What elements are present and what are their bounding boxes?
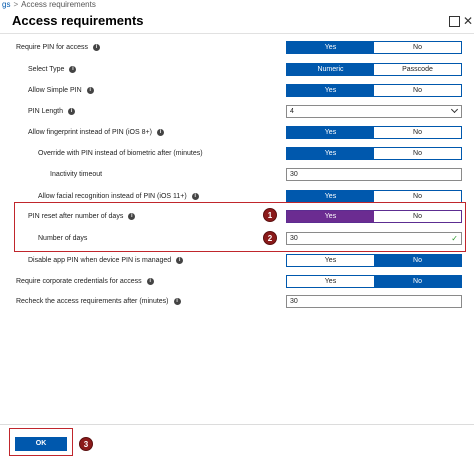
setting-override-biometric: Override with PIN instead of biometric a… [0, 146, 474, 164]
info-icon[interactable]: i [173, 298, 181, 305]
disable-app-pin-toggle[interactable]: Yes No [286, 254, 462, 267]
dropdown-value: 4 [290, 108, 294, 115]
allow-fingerprint-toggle[interactable]: Yes No [286, 126, 462, 139]
setting-label: Recheck the access requirements after (m… [16, 298, 169, 305]
setting-label: Require corporate credentials for access [16, 278, 142, 285]
info-icon[interactable]: i [69, 66, 77, 73]
setting-label: PIN Length [28, 108, 64, 115]
toggle-option-no[interactable]: No [374, 127, 461, 138]
toggle-option-numeric[interactable]: Numeric [287, 64, 374, 75]
toggle-option-no[interactable]: No [374, 148, 461, 159]
setting-allow-fingerprint: Allow fingerprint instead of PIN (iOS 8+… [0, 125, 474, 143]
allow-simple-pin-toggle[interactable]: Yes No [286, 84, 462, 97]
check-icon: ✓ [451, 234, 458, 243]
page-title: Access requirements [12, 13, 144, 28]
info-icon[interactable]: i [128, 213, 136, 220]
toggle-option-yes[interactable]: Yes [287, 191, 374, 202]
setting-label: Disable app PIN when device PIN is manag… [28, 257, 172, 264]
setting-label: Require PIN for access [16, 44, 88, 51]
recheck-input[interactable]: 30 [286, 295, 462, 308]
number-of-days-input[interactable]: 30 ✓ [286, 232, 462, 245]
annotation-badge-2: 2 [263, 231, 277, 245]
setting-inactivity-timeout: Inactivity timeout 30 [0, 167, 474, 185]
info-icon[interactable]: i [86, 87, 94, 94]
setting-select-type: Select Type i Numeric Passcode [0, 62, 474, 80]
setting-label: Allow facial recognition instead of PIN … [38, 193, 187, 200]
info-icon[interactable]: i [176, 257, 184, 264]
annotation-badge-3: 3 [79, 437, 93, 451]
toggle-option-yes[interactable]: Yes [287, 211, 374, 222]
pin-reset-toggle[interactable]: Yes No [286, 210, 462, 223]
corporate-credentials-toggle[interactable]: Yes No [286, 275, 462, 288]
setting-label: Inactivity timeout [50, 171, 103, 178]
toggle-option-yes[interactable]: Yes [287, 42, 374, 53]
toggle-option-yes[interactable]: Yes [287, 85, 374, 96]
setting-number-of-days: Number of days 30 ✓ [0, 231, 474, 249]
title-bar: Access requirements ✕ [0, 8, 474, 34]
setting-label: Allow fingerprint instead of PIN (iOS 8+… [28, 129, 152, 136]
toggle-option-passcode[interactable]: Passcode [374, 64, 461, 75]
toggle-option-yes[interactable]: Yes [287, 148, 374, 159]
close-icon[interactable]: ✕ [462, 15, 474, 27]
setting-label: Number of days [38, 235, 88, 242]
maximize-icon[interactable] [448, 15, 460, 27]
info-icon[interactable]: i [156, 129, 164, 136]
override-biometric-toggle[interactable]: Yes No [286, 147, 462, 160]
input-value: 30 [290, 171, 298, 178]
input-value: 30 [290, 298, 298, 305]
toggle-option-yes[interactable]: Yes [287, 255, 374, 266]
setting-label: Allow Simple PIN [28, 87, 82, 94]
setting-corporate-credentials: Require corporate credentials for access… [0, 274, 474, 292]
require-pin-toggle[interactable]: Yes No [286, 41, 462, 54]
ok-button[interactable]: OK [15, 437, 67, 451]
input-value: 30 [290, 235, 298, 242]
toggle-option-no[interactable]: No [374, 42, 461, 53]
setting-pin-length: PIN Length i 4 [0, 104, 474, 122]
info-icon[interactable]: i [146, 278, 154, 285]
setting-label: Override with PIN instead of biometric a… [38, 150, 203, 157]
annotation-badge-1: 1 [263, 208, 277, 222]
toggle-option-no[interactable]: No [374, 255, 461, 266]
setting-disable-app-pin: Disable app PIN when device PIN is manag… [0, 253, 474, 271]
info-icon[interactable]: i [191, 193, 199, 200]
select-type-toggle[interactable]: Numeric Passcode [286, 63, 462, 76]
setting-label: PIN reset after number of days [28, 213, 124, 220]
info-icon[interactable]: i [68, 108, 76, 115]
toggle-option-no[interactable]: No [374, 276, 461, 287]
setting-pin-reset: PIN reset after number of days i Yes No [0, 209, 474, 227]
setting-recheck: Recheck the access requirements after (m… [0, 294, 474, 312]
setting-allow-simple-pin: Allow Simple PIN i Yes No [0, 83, 474, 101]
pin-length-dropdown[interactable]: 4 [286, 105, 462, 118]
toggle-option-no[interactable]: No [374, 191, 461, 202]
setting-require-pin: Require PIN for access i Yes No [0, 40, 474, 58]
chevron-down-icon [450, 105, 459, 114]
toggle-option-no[interactable]: No [374, 85, 461, 96]
toggle-option-yes[interactable]: Yes [287, 276, 374, 287]
toggle-option-no[interactable]: No [374, 211, 461, 222]
toggle-option-yes[interactable]: Yes [287, 127, 374, 138]
info-icon[interactable]: i [92, 44, 100, 51]
setting-label: Select Type [28, 66, 65, 73]
inactivity-timeout-input[interactable]: 30 [286, 168, 462, 181]
